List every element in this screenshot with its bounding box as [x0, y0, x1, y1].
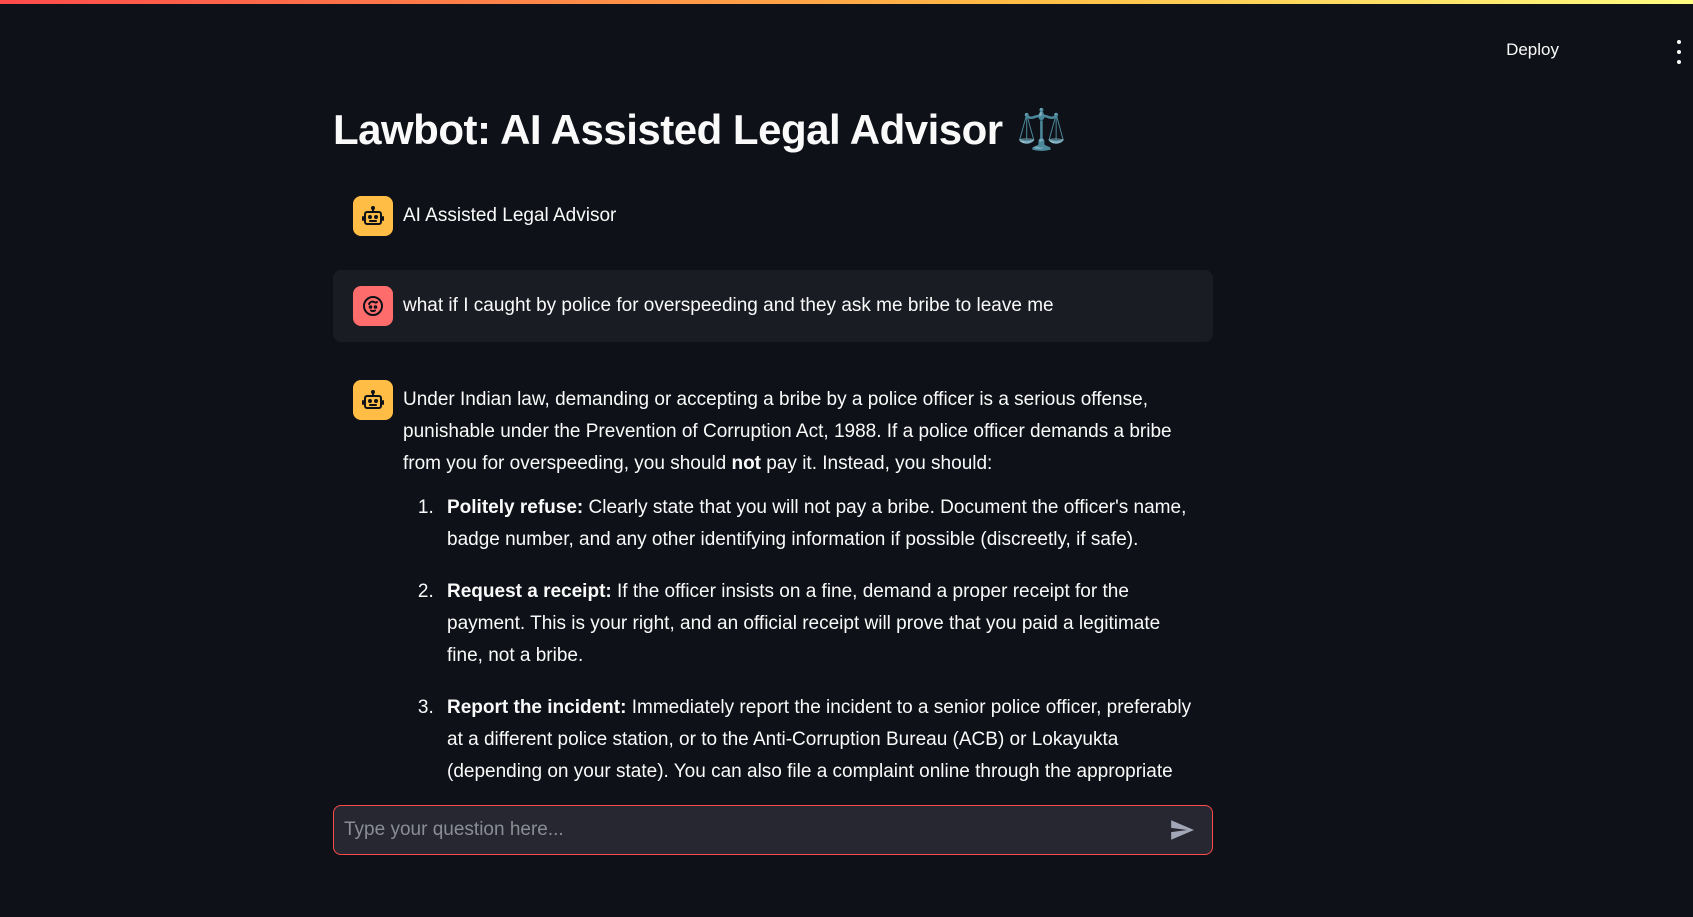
- deploy-button[interactable]: Deploy: [1498, 36, 1567, 64]
- answer-intro: Under Indian law, demanding or accepting…: [403, 389, 1172, 474]
- answer-steps-list: Politely refuse: Clearly state that you …: [403, 492, 1193, 790]
- page-title-text: Lawbot: AI Assisted Legal Advisor: [333, 106, 1003, 153]
- main-content: Lawbot: AI Assisted Legal Advisor ⚖️ AI …: [333, 80, 1213, 790]
- message-text: AI Assisted Legal Advisor: [403, 205, 617, 226]
- scales-icon: ⚖️: [1016, 108, 1067, 152]
- list-item: Report the incident: Immediately report …: [439, 692, 1193, 790]
- chat-message-assistant: AI Assisted Legal Advisor: [333, 182, 1213, 250]
- vertical-dots-icon[interactable]: [1665, 40, 1693, 64]
- message-text: Under Indian law, demanding or accepting…: [403, 380, 1193, 790]
- chat-message-user: what if I caught by police for overspeed…: [333, 270, 1213, 342]
- page-title: Lawbot: AI Assisted Legal Advisor ⚖️: [333, 98, 1213, 162]
- robot-icon: [353, 196, 393, 236]
- emphasis-not: not: [731, 453, 762, 474]
- chat-input[interactable]: [334, 818, 1160, 842]
- message-text: what if I caught by police for overspeed…: [403, 295, 1054, 316]
- app-header: Deploy: [0, 4, 1693, 92]
- user-face-icon: [353, 286, 393, 326]
- list-item: Request a receipt: If the officer insist…: [439, 576, 1193, 672]
- send-button[interactable]: [1160, 808, 1204, 852]
- robot-icon: [353, 380, 393, 420]
- send-arrow-icon: [1171, 820, 1194, 840]
- chat-message-assistant: Under Indian law, demanding or accepting…: [333, 366, 1213, 790]
- chat-input-container: [333, 805, 1213, 855]
- list-item: Politely refuse: Clearly state that you …: [439, 492, 1193, 556]
